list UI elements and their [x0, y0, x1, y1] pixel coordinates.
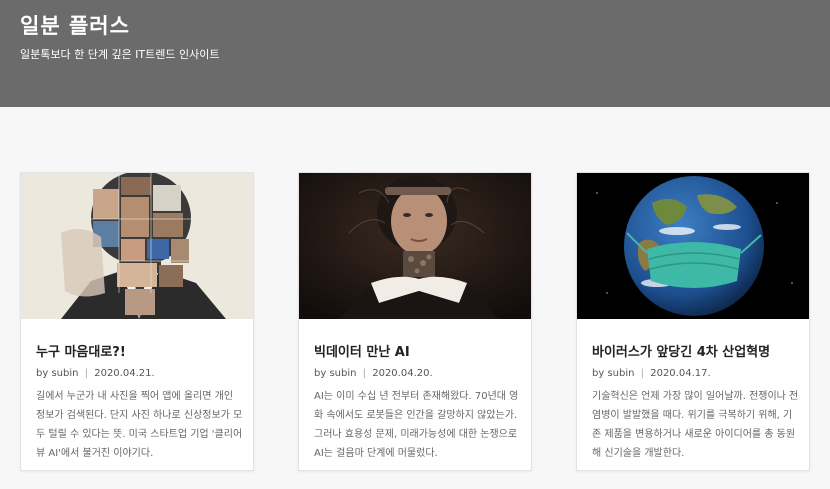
meta-separator: |	[362, 368, 367, 379]
post-author[interactable]: subin	[329, 368, 356, 379]
post-card[interactable]: 누구 마음대로?! by subin | 2020.04.21. 길에서 누군가…	[20, 172, 254, 471]
post-date: 2020.04.20.	[372, 368, 433, 379]
post-title[interactable]: 누구 마음대로?!	[36, 341, 126, 360]
post-title[interactable]: 바이러스가 앞당긴 4차 산업혁명	[592, 341, 770, 360]
post-card[interactable]: 바이러스가 앞당긴 4차 산업혁명 by subin | 2020.04.17.…	[576, 172, 810, 471]
meta-separator: |	[640, 368, 645, 379]
post-meta: by subin | 2020.04.21.	[36, 368, 155, 379]
post-thumbnail-earth-mask[interactable]	[577, 173, 809, 319]
post-excerpt: 길에서 누군가 내 사진을 찍어 앱에 올리면 개인 정보가 검색된다. 단지 …	[36, 391, 243, 459]
meta-by: by	[36, 368, 49, 379]
site-title[interactable]: 일분 플러스	[20, 10, 130, 40]
post-excerpt: 기술혁신은 언제 가장 많이 일어날까. 전쟁이나 전염병이 발발했을 때다. …	[592, 391, 799, 459]
post-card[interactable]: 빅데이터 만난 AI by subin | 2020.04.20. AI는 이미…	[298, 172, 532, 471]
post-excerpt: AI는 이미 수십 년 전부터 존재해왔다. 70년대 영화 속에서도 로봇들은…	[314, 391, 519, 459]
post-meta: by subin | 2020.04.17.	[592, 368, 711, 379]
post-thumbnail-face-collage[interactable]	[21, 173, 253, 319]
post-date: 2020.04.21.	[94, 368, 155, 379]
post-date: 2020.04.17.	[650, 368, 711, 379]
post-author[interactable]: subin	[51, 368, 78, 379]
meta-by: by	[592, 368, 605, 379]
meta-separator: |	[84, 368, 89, 379]
post-title[interactable]: 빅데이터 만난 AI	[314, 341, 410, 360]
meta-by: by	[314, 368, 327, 379]
post-meta: by subin | 2020.04.20.	[314, 368, 433, 379]
site-description: 일분톡보다 한 단계 깊은 IT트렌드 인사이트	[20, 48, 220, 61]
post-thumbnail-android-portrait[interactable]	[299, 173, 531, 319]
site-header: 일분 플러스 일분톡보다 한 단계 깊은 IT트렌드 인사이트	[0, 0, 830, 107]
post-author[interactable]: subin	[607, 368, 634, 379]
